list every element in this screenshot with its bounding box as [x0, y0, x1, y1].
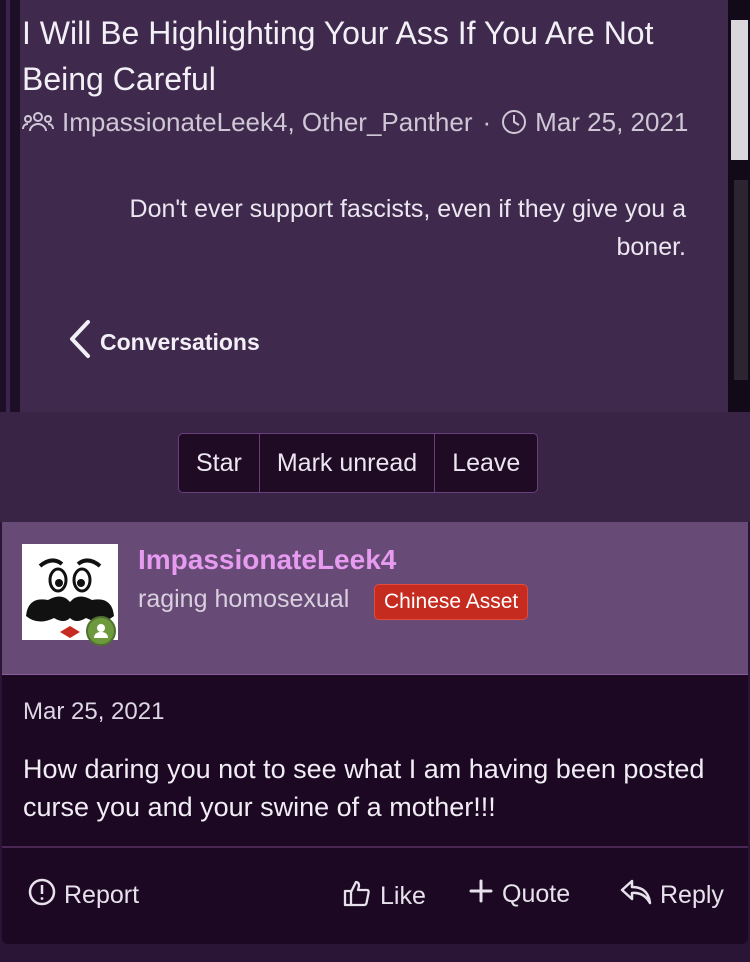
conversation-title: I Will Be Highlighting Your Ass If You A… — [22, 15, 654, 97]
message-date[interactable]: Mar 25, 2021 — [23, 698, 164, 726]
mark-unread-button[interactable]: Mark unread — [258, 434, 434, 492]
quote-label: Quote — [502, 880, 571, 908]
background-left-edge — [0, 0, 20, 412]
message-footer: Report Like Quote Reply — [2, 848, 748, 944]
reply-arrow-icon — [620, 878, 652, 913]
background-right-edge — [728, 0, 750, 412]
meta-separator: · — [482, 106, 492, 137]
conversation-actions-bar: Star Mark unread Leave — [0, 412, 750, 522]
conversation-snippet: Don't ever support fascists, even if the… — [129, 195, 686, 261]
message-username[interactable]: ImpassionateLeek4 — [138, 544, 396, 576]
conversation-date[interactable]: Mar 25, 2021 — [535, 107, 688, 138]
like-label: Like — [380, 882, 426, 910]
conversation-button-group: Star Mark unread Leave — [178, 433, 539, 493]
conversation-header: I Will Be Highlighting Your Ass If You A… — [20, 0, 728, 412]
quote-button[interactable]: Quote — [468, 878, 570, 911]
participants-list[interactable]: ImpassionateLeek4, Other_Panther — [62, 107, 472, 138]
report-button[interactable]: Report — [28, 878, 139, 913]
star-button[interactable]: Star — [179, 434, 259, 492]
alert-circle-icon — [28, 878, 56, 913]
thumbs-up-icon — [342, 878, 372, 915]
reply-label: Reply — [660, 881, 724, 909]
user-title: raging homosexual — [138, 585, 350, 613]
like-button[interactable]: Like — [342, 878, 426, 915]
reply-button[interactable]: Reply — [620, 878, 724, 913]
user-banner-badge: Chinese Asset — [374, 584, 529, 620]
chevron-left-icon — [66, 318, 94, 366]
back-link-label: Conversations — [100, 328, 260, 355]
back-to-conversations-link[interactable]: Conversations — [66, 318, 260, 366]
clock-icon — [501, 109, 527, 135]
report-label: Report — [64, 881, 140, 909]
leave-button[interactable]: Leave — [434, 434, 537, 492]
online-status-indicator — [86, 616, 116, 646]
message-body: How daring you not to see what I am havi… — [23, 754, 705, 822]
message-user-header: ImpassionateLeek4 raging homosexual Chin… — [2, 522, 748, 675]
plus-icon — [468, 878, 494, 911]
message-post: ImpassionateLeek4 raging homosexual Chin… — [2, 522, 748, 944]
conversation-meta: ImpassionateLeek4, Other_Panther · Mar 2… — [22, 106, 688, 138]
participants-icon — [22, 110, 54, 134]
